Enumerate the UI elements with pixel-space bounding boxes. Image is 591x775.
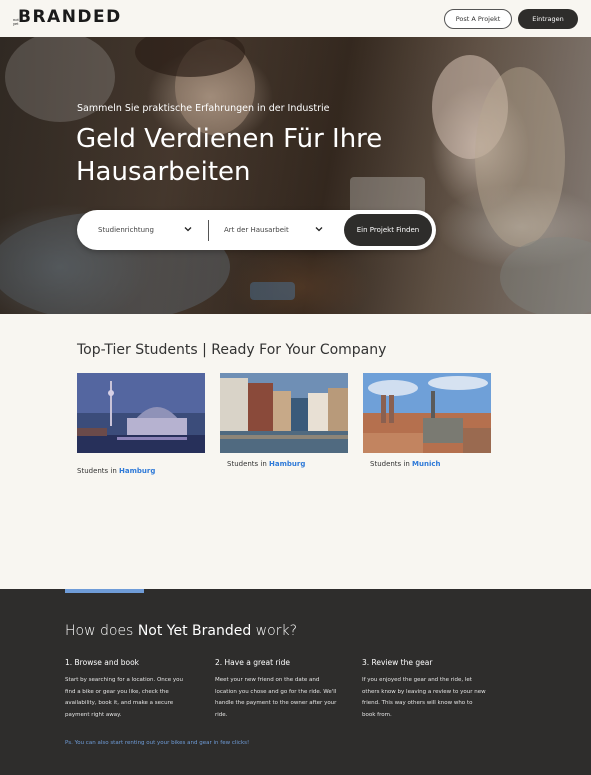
- student-city-card[interactable]: Students in Hamburg: [220, 373, 348, 468]
- chevron-down-icon: [184, 227, 192, 232]
- card-caption-prefix: Students in: [227, 460, 270, 468]
- city-image-munich: [363, 373, 491, 453]
- rent-out-link[interactable]: Ps. You can also start renting out your …: [65, 740, 249, 746]
- how-it-works-title: How does Not Yet Branded work?: [65, 623, 297, 639]
- find-project-button[interactable]: Ein Projekt Finden: [344, 214, 432, 246]
- city-link-hamburg[interactable]: Hamburg: [269, 460, 305, 468]
- top-header: not yet BRANDED Post A Projekt Eintragen: [0, 0, 591, 37]
- step-title: 1. Browse and book: [65, 658, 140, 667]
- step-review: 3. Review the gear If you enjoyed the ge…: [362, 658, 487, 721]
- students-section-title: Top-Tier Students | Ready For Your Compa…: [77, 342, 387, 358]
- project-search-bar: Studienrichtung Art der Hausarbeit Ein P…: [77, 210, 436, 250]
- card-caption: Students in Hamburg: [227, 460, 348, 468]
- logo[interactable]: not yet BRANDED: [13, 8, 122, 26]
- signup-button[interactable]: Eintragen: [518, 9, 578, 29]
- city-image-berlin: [77, 373, 205, 453]
- logo-text: BRANDED: [18, 7, 122, 27]
- hero-subtitle: Sammeln Sie praktische Erfahrungen in de…: [77, 103, 330, 114]
- logo-prefix: not yet: [13, 17, 19, 26]
- city-link-hamburg[interactable]: Hamburg: [119, 467, 155, 475]
- step-text: Start by searching for a location. Once …: [65, 677, 184, 718]
- student-city-card[interactable]: Students in Munich: [363, 373, 491, 468]
- step-browse: 1. Browse and book Start by searching fo…: [65, 658, 190, 721]
- chevron-down-icon: [315, 227, 323, 232]
- assignment-type-dropdown[interactable]: Art der Hausarbeit: [224, 210, 324, 250]
- post-project-button[interactable]: Post A Projekt: [444, 9, 512, 29]
- step-text: Meet your new friend on the date and loc…: [215, 677, 337, 718]
- accent-bar: [65, 589, 144, 593]
- hero-banner: Sammeln Sie praktische Erfahrungen in de…: [0, 37, 591, 314]
- how-title-suffix: work?: [251, 623, 297, 639]
- assignment-type-label: Art der Hausarbeit: [224, 226, 289, 234]
- card-caption: Students in Hamburg: [77, 467, 205, 475]
- card-caption-prefix: Students in: [370, 460, 413, 468]
- city-link-munich[interactable]: Munich: [412, 460, 440, 468]
- card-caption: Students in Munich: [370, 460, 491, 468]
- step-title: 3. Review the gear: [362, 658, 433, 667]
- step-text: If you enjoyed the gear and the ride, le…: [362, 677, 486, 718]
- how-title-prefix: How does: [65, 623, 138, 639]
- city-image-hamburg: [220, 373, 348, 453]
- card-caption-prefix: Students in: [77, 467, 120, 475]
- hero-title: Geld Verdienen Für Ihre Hausarbeiten: [76, 124, 383, 187]
- step-ride: 2. Have a great ride Meet your new frien…: [215, 658, 340, 721]
- student-city-card[interactable]: Students in Hamburg: [77, 373, 205, 475]
- how-title-brand: Not Yet Branded: [137, 623, 252, 639]
- study-field-dropdown[interactable]: Studienrichtung: [98, 210, 193, 250]
- study-field-label: Studienrichtung: [98, 226, 154, 234]
- search-divider: [208, 220, 209, 241]
- how-it-works-section: How does Not Yet Branded work? 1. Browse…: [0, 589, 591, 775]
- step-title: 2. Have a great ride: [215, 658, 290, 667]
